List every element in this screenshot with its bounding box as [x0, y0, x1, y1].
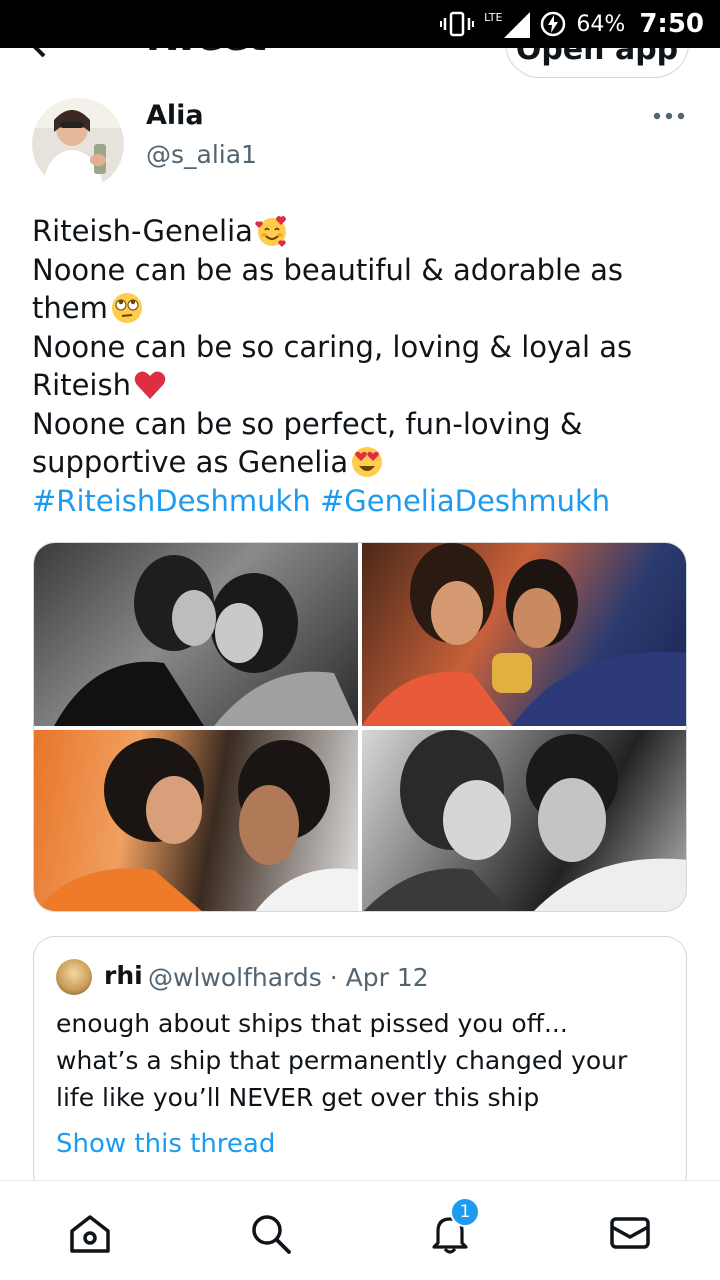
notification-badge: 1: [450, 1197, 480, 1227]
tweet-line: Noone can be so caring, loving & loyal a…: [32, 328, 692, 367]
author-avatar[interactable]: [32, 98, 124, 190]
tweet-photo[interactable]: [34, 543, 358, 726]
home-icon[interactable]: [68, 1211, 112, 1255]
messages-icon[interactable]: [608, 1211, 652, 1255]
face-with-rolling-eyes-icon: [110, 291, 144, 325]
tweet-photo[interactable]: [362, 543, 686, 726]
tweet-line: them: [32, 289, 692, 328]
battery-percentage: 64%: [576, 11, 626, 37]
more-options-icon[interactable]: [652, 104, 686, 128]
quoted-tweet-date: Apr 12: [345, 963, 429, 992]
hashtag-link[interactable]: #GeneliaDeshmukh: [320, 482, 610, 521]
tweet-text: Riteish-Genelia Noone can be as beautifu…: [32, 212, 692, 520]
quoted-tweet[interactable]: rhi @wlwolfhards · Apr 12 enough about s…: [33, 936, 687, 1196]
quoted-tweet-line: enough about ships that pissed you off..…: [56, 1009, 568, 1038]
battery-charging-icon: [540, 11, 566, 37]
tweet-media-grid: [33, 542, 687, 912]
quoted-tweet-line: life like you’ll NEVER get over this shi…: [56, 1083, 540, 1112]
bottom-navigation: 1: [0, 1180, 720, 1280]
open-app-button[interactable]: Open app: [505, 48, 689, 78]
meta-separator: ·: [329, 963, 338, 992]
top-bar: Tweet Open app: [0, 48, 720, 88]
page-title: Tweet: [140, 48, 267, 56]
tweet-line: Riteish: [32, 366, 692, 405]
clock: 7:50: [639, 9, 704, 39]
author-name[interactable]: Alia: [146, 100, 204, 131]
quoted-tweet-line: what’s a ship that permanently changed y…: [56, 1046, 628, 1075]
tweet-line-text: them: [32, 291, 108, 325]
quoted-author-name: rhi: [104, 961, 143, 990]
tweet-line-text: Riteish-Genelia: [32, 214, 253, 248]
status-bar: LTE 64% 7:50: [0, 0, 720, 48]
smiling-face-with-heart-eyes-icon: [350, 445, 384, 479]
back-arrow-icon[interactable]: [30, 48, 70, 68]
tweet-line-text: Noone can be so caring, loving & loyal a…: [32, 329, 633, 364]
tweet-line-text: supportive as Genelia: [32, 445, 349, 479]
tweet-line: Riteish-Genelia: [32, 212, 692, 251]
quoted-author-handle: @wlwolfhards: [148, 963, 322, 992]
red-heart-icon: [133, 368, 167, 402]
tweet-hashtags: #RiteishDeshmukh #GeneliaDeshmukh: [32, 482, 692, 521]
show-thread-link[interactable]: Show this thread: [56, 1129, 275, 1159]
search-icon[interactable]: [248, 1211, 292, 1255]
tweet-line-text: Noone can be so perfect, fun-loving &: [32, 406, 583, 441]
network-type: LTE: [484, 10, 503, 24]
tweet-line: supportive as Genelia: [32, 443, 692, 482]
signal-icon: LTE: [484, 10, 531, 38]
smiling-face-with-hearts-icon: [255, 214, 289, 248]
tweet-line: Noone can be so perfect, fun-loving &: [32, 405, 692, 444]
hashtag-link[interactable]: #RiteishDeshmukh: [32, 482, 311, 521]
vibrate-icon: [440, 11, 475, 37]
tweet-line: Noone can be as beautiful & adorable as: [32, 251, 692, 290]
quoted-tweet-text: enough about ships that pissed you off..…: [56, 1005, 666, 1116]
quoted-author-avatar: [56, 959, 92, 995]
tweet-line-text: Noone can be as beautiful & adorable as: [32, 252, 624, 287]
quoted-author-meta: @wlwolfhards · Apr 12: [148, 963, 429, 992]
tweet-line-text: Riteish: [32, 368, 131, 402]
author-handle[interactable]: @s_alia1: [146, 140, 257, 169]
tweet-photo[interactable]: [34, 730, 358, 911]
tweet-photo[interactable]: [362, 730, 686, 911]
